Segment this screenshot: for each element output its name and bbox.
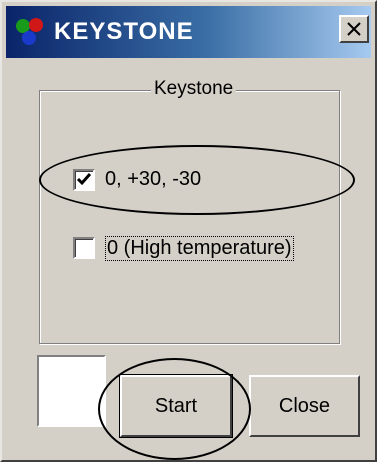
keystone-dialog: KEYSTONE Keystone 0, +30, -30 0 (High te… bbox=[0, 0, 377, 462]
option-label-high-temp[interactable]: 0 (High temperature) bbox=[105, 236, 294, 261]
close-button[interactable]: Close bbox=[249, 375, 360, 437]
checkmark-icon bbox=[76, 173, 92, 186]
groupbox-label: Keystone bbox=[151, 78, 237, 100]
option-label-standard[interactable]: 0, +30, -30 bbox=[105, 168, 201, 191]
window-title: KEYSTONE bbox=[54, 18, 194, 45]
keystone-groupbox bbox=[39, 90, 340, 344]
color-preview-box bbox=[37, 355, 106, 427]
option-checkbox-high-temp[interactable] bbox=[73, 237, 95, 259]
start-button[interactable]: Start bbox=[119, 374, 233, 438]
rgb-dots-icon bbox=[16, 18, 43, 45]
option-checkbox-standard[interactable] bbox=[73, 169, 95, 191]
title-bar[interactable]: KEYSTONE bbox=[6, 6, 371, 58]
close-window-button[interactable] bbox=[339, 15, 369, 43]
close-x-icon bbox=[347, 22, 361, 36]
